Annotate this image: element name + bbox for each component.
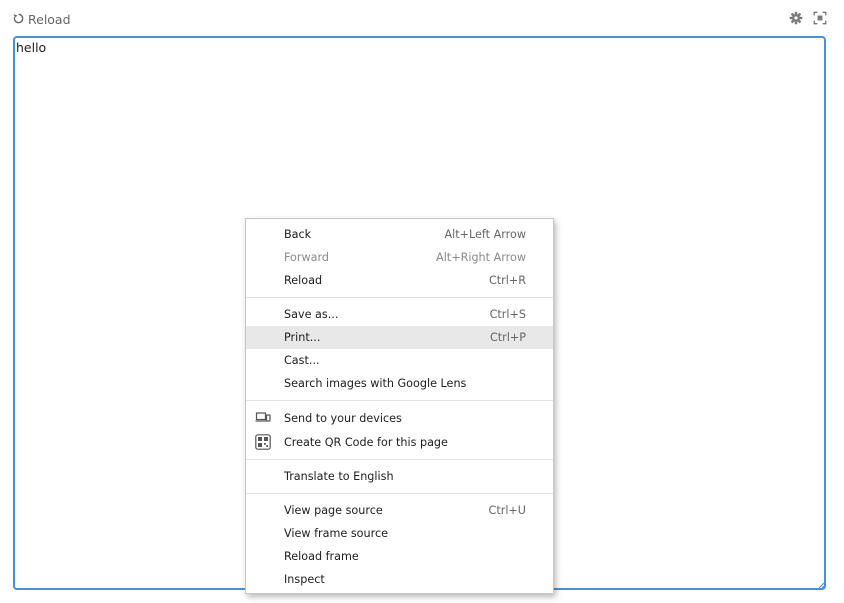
menu-item-view-page-source[interactable]: View page source Ctrl+U [246,499,553,522]
menu-item-print[interactable]: Print... Ctrl+P [246,326,553,349]
devices-icon [255,410,271,426]
menu-item-label: Reload frame [284,550,359,563]
menu-separator [246,297,553,298]
menu-item-shortcut: Ctrl+S [489,308,526,321]
menu-item-shortcut: Alt+Left Arrow [444,228,526,241]
menu-item-shortcut: Ctrl+P [489,331,526,344]
menu-item-reload-frame[interactable]: Reload frame [246,545,553,568]
menu-item-label: View frame source [284,527,388,540]
menu-item-search-images-with-google-lens[interactable]: Search images with Google Lens [246,372,553,395]
fullscreen-icon[interactable] [813,11,827,25]
menu-item-label: Send to your devices [284,411,402,425]
menu-item-cast[interactable]: Cast... [246,349,553,372]
menu-item-label: Translate to English [284,470,394,483]
menu-item-shortcut: Alt+Right Arrow [436,251,526,264]
menu-separator [246,400,553,401]
frame-content-text: hello [16,40,47,55]
menu-item-label: Cast... [284,354,320,367]
context-menu: Back Alt+Left Arrow Forward Alt+Right Arrow… [245,218,554,594]
gear-icon[interactable] [789,11,803,25]
reload-icon [13,12,24,27]
menu-item-translate-to-english[interactable]: Translate to English [246,465,553,488]
qr-code-icon [255,434,271,450]
menu-separator [246,459,553,460]
menu-item-shortcut: Ctrl+R [488,274,526,287]
reload-button[interactable]: Reload [13,11,71,27]
menu-item-inspect[interactable]: Inspect [246,568,553,591]
menu-item-label: Reload [284,274,323,287]
menu-item-send-to-your-devices[interactable]: Send to your devices [246,406,553,430]
reload-label: Reload [28,11,71,27]
menu-item-label: Inspect [284,573,325,586]
menu-separator [246,493,553,494]
menu-item-label: Create QR Code for this page [284,435,448,449]
menu-item-label: Back [284,228,312,241]
menu-item-label: Search images with Google Lens [284,377,467,390]
menu-item-shortcut: Ctrl+U [488,504,526,517]
menu-item-create-qr-code-for-this-page[interactable]: Create QR Code for this page [246,430,553,454]
menu-item-save-as[interactable]: Save as... Ctrl+S [246,303,553,326]
menu-item-forward: Forward Alt+Right Arrow [246,246,553,269]
menu-item-label: Forward [284,251,329,264]
menu-item-label: Print... [284,331,321,344]
menu-item-reload[interactable]: Reload Ctrl+R [246,269,553,292]
menu-item-view-frame-source[interactable]: View frame source [246,522,553,545]
top-toolbar: Reload [0,0,844,36]
menu-item-back[interactable]: Back Alt+Left Arrow [246,223,553,246]
resize-grip-icon[interactable] [817,581,825,589]
menu-item-label: View page source [284,504,383,517]
menu-item-label: Save as... [284,308,339,321]
